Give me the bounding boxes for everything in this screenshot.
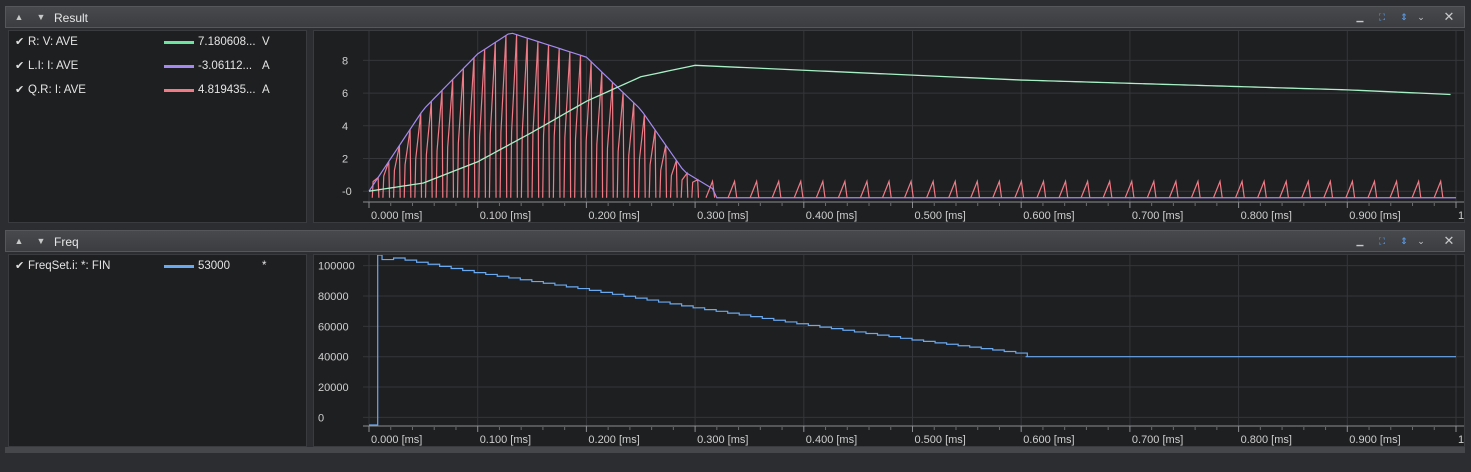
x-tick-label: 0.000 [ms] — [371, 210, 422, 222]
legend-label: L.I: I: AVE — [28, 60, 79, 72]
legend-value: 7.180608... — [198, 36, 256, 48]
y-tick-label: -0 — [342, 186, 352, 198]
y-tick-label: 100000 — [318, 261, 355, 273]
y-tick-label: 80000 — [318, 291, 349, 303]
x-tick-label: 1.000 [ms] — [1458, 210, 1465, 222]
fit-options-chevron-down-icon[interactable]: ⌄ — [1414, 10, 1428, 24]
y-tick-label: 4 — [342, 121, 348, 133]
y-tick-label: 2 — [342, 154, 348, 166]
legend-unit: A — [262, 60, 270, 72]
fit-vertical-icon[interactable]: ⇕ — [1397, 234, 1411, 248]
x-tick-label: 0.300 [ms] — [697, 210, 748, 222]
checkbox-icon[interactable]: ✔ — [15, 59, 24, 72]
series-line-r-v — [368, 64, 1451, 192]
x-tick-label: 0.900 [ms] — [1349, 434, 1400, 446]
checkbox-icon[interactable]: ✔ — [15, 259, 24, 272]
x-tick-label: 0.400 [ms] — [806, 210, 857, 222]
x-tick-label: 0.500 [ms] — [915, 210, 966, 222]
x-tick-label: 0.300 [ms] — [697, 434, 748, 446]
x-tick-label: 0.600 [ms] — [1023, 434, 1074, 446]
bottom-splitter[interactable] — [5, 447, 1465, 453]
legend-unit: A — [262, 84, 270, 96]
legend-swatch — [164, 41, 194, 44]
checkbox-icon[interactable]: ✔ — [15, 83, 24, 96]
x-tick-label: 0.500 [ms] — [915, 434, 966, 446]
result-panel-header[interactable]: ▲ ▼ Result ▁ ⛶ ⇕ ⌄ ✕ — [5, 6, 1465, 28]
y-tick-label: 60000 — [318, 321, 349, 333]
fit-all-icon[interactable]: ⛶ — [1375, 10, 1389, 24]
move-up-icon[interactable]: ▲ — [12, 10, 26, 24]
y-tick-label: 20000 — [318, 382, 349, 394]
minimize-icon[interactable]: ▁ — [1353, 10, 1367, 24]
legend-label: FreqSet.i: *: FIN — [28, 260, 111, 272]
result-panel: ▲ ▼ Result ▁ ⛶ ⇕ ⌄ ✕ ✔ R: V: AVE 7.18060… — [5, 6, 1465, 223]
collapse-icon[interactable]: ▼ — [34, 10, 48, 24]
fit-vertical-icon[interactable]: ⇕ — [1397, 10, 1411, 24]
legend-item[interactable]: ✔ L.I: I: AVE -3.06112... A — [9, 57, 308, 77]
x-tick-label: 0.800 [ms] — [1241, 210, 1292, 222]
legend-value: 53000 — [198, 260, 230, 272]
legend-swatch — [164, 89, 194, 92]
series-line-q-r — [371, 34, 1444, 198]
legend-label: R: V: AVE — [28, 36, 78, 48]
close-icon[interactable]: ✕ — [1442, 10, 1456, 24]
y-tick-label: 6 — [342, 88, 348, 100]
fit-options-chevron-down-icon[interactable]: ⌄ — [1414, 234, 1428, 248]
freq-panel-header[interactable]: ▲ ▼ Freq ▁ ⛶ ⇕ ⌄ ✕ — [5, 230, 1465, 252]
legend-item[interactable]: ✔ FreqSet.i: *: FIN 53000 * — [9, 257, 308, 277]
x-tick-label: 0.000 [ms] — [371, 434, 422, 446]
legend-item[interactable]: ✔ Q.R: I: AVE 4.819435... A — [9, 81, 308, 101]
x-tick-label: 0.100 [ms] — [480, 210, 531, 222]
x-tick-label: 0.800 [ms] — [1241, 434, 1292, 446]
freq-panel: ▲ ▼ Freq ▁ ⛶ ⇕ ⌄ ✕ ✔ FreqSet.i: *: FIN 5… — [5, 230, 1465, 447]
legend-swatch — [164, 65, 194, 68]
close-icon[interactable]: ✕ — [1442, 234, 1456, 248]
legend-panel: ✔ R: V: AVE 7.180608... V ✔ L.I: I: AVE … — [8, 30, 307, 223]
legend-value: 4.819435... — [198, 84, 256, 96]
y-tick-label: 40000 — [318, 352, 349, 364]
freq-chart[interactable]: 0.000 [ms] 0.100 [ms] 0.200 [ms] 0.300 [ms]… — [314, 255, 1465, 447]
legend-label: Q.R: I: AVE — [28, 84, 86, 96]
x-tick-label: 1.000 [ms] — [1458, 434, 1465, 446]
x-tick-label: 0.900 [ms] — [1349, 210, 1400, 222]
y-tick-label: 0 — [318, 412, 324, 424]
result-plot-area[interactable]: 0.000 [ms] 0.100 [ms] 0.200 [ms] 0.300 [ms]… — [313, 30, 1465, 223]
panel-title: Freq — [54, 235, 79, 249]
x-tick-label: 0.400 [ms] — [806, 434, 857, 446]
legend-unit: * — [262, 260, 267, 272]
legend-value: -3.06112... — [198, 60, 253, 72]
panel-title: Result — [54, 11, 89, 25]
minimize-icon[interactable]: ▁ — [1353, 234, 1367, 248]
legend-item[interactable]: ✔ R: V: AVE 7.180608... V — [9, 33, 308, 53]
freq-plot-area[interactable]: 0.000 [ms] 0.100 [ms] 0.200 [ms] 0.300 [ms]… — [313, 254, 1465, 447]
checkbox-icon[interactable]: ✔ — [15, 35, 24, 48]
y-tick-label: 8 — [342, 55, 348, 67]
x-tick-label: 0.200 [ms] — [588, 210, 639, 222]
x-tick-label: 0.100 [ms] — [480, 434, 531, 446]
legend-swatch — [164, 265, 194, 268]
legend-unit: V — [262, 36, 270, 48]
x-tick-label: 0.700 [ms] — [1132, 210, 1183, 222]
x-tick-label: 0.600 [ms] — [1023, 210, 1074, 222]
fit-all-icon[interactable]: ⛶ — [1375, 234, 1389, 248]
x-tick-label: 0.700 [ms] — [1132, 434, 1183, 446]
x-tick-label: 0.200 [ms] — [588, 434, 639, 446]
collapse-icon[interactable]: ▼ — [34, 234, 48, 248]
legend-panel: ✔ FreqSet.i: *: FIN 53000 * — [8, 254, 307, 447]
result-chart[interactable]: 0.000 [ms] 0.100 [ms] 0.200 [ms] 0.300 [ms]… — [314, 31, 1465, 223]
move-up-icon[interactable]: ▲ — [12, 234, 26, 248]
